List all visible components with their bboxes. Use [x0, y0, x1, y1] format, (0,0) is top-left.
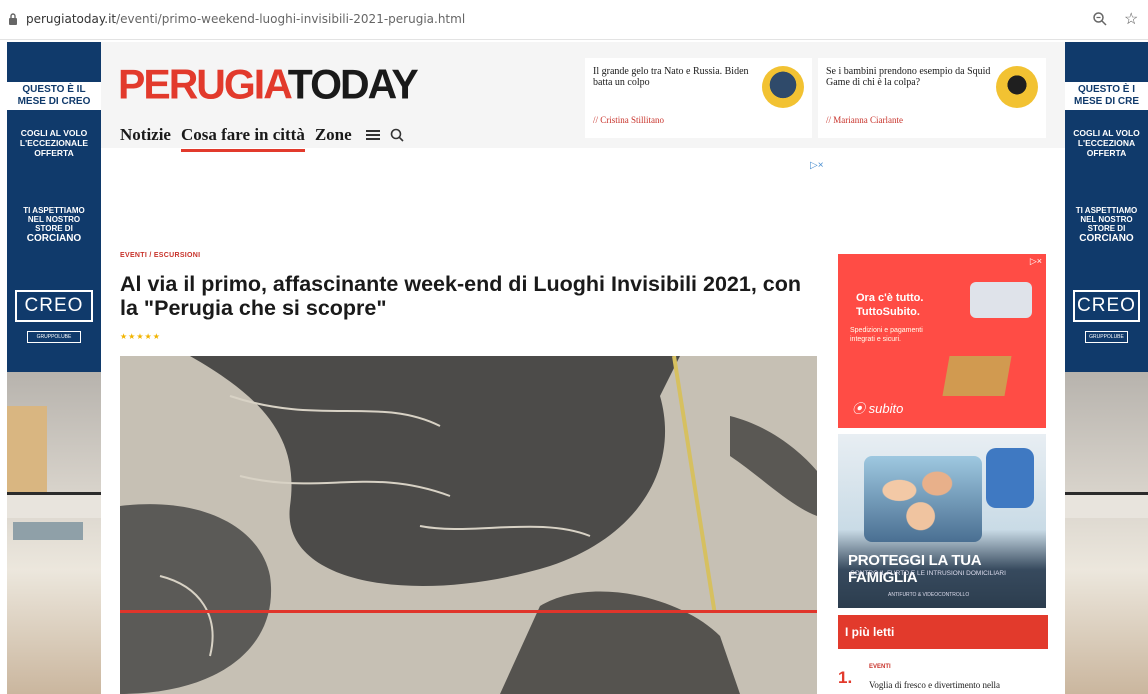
opinion-title: Il grande gelo tra Nato e Russia. Biden …	[593, 66, 749, 88]
opinion-card[interactable]: Il grande gelo tra Nato e Russia. Biden …	[585, 58, 812, 138]
main-nav: Notizie Cosa fare in città Zone	[120, 118, 404, 152]
mosaic-image	[120, 356, 817, 694]
creo-logo-right: CREO	[1073, 290, 1140, 322]
author-avatar	[762, 66, 804, 108]
skin-store-right: TI ASPETTIAMO NEL NOSTRO STORE DI CORCIANO	[1075, 206, 1138, 244]
article-hero-image	[120, 356, 817, 694]
most-read-category[interactable]: EVENTI	[869, 664, 891, 670]
skin-ad-right[interactable]: QUESTO È I MESE DI CRE COGLI AL VOLO L'ECC…	[1065, 42, 1148, 694]
browser-address-bar[interactable]: perugiatoday.it/eventi/primo-weekend-luo…	[0, 0, 1148, 40]
subito-logo: ⦿ subito	[852, 401, 904, 416]
creo-logo: CREO	[15, 290, 93, 322]
url-domain: perugiatoday.it	[26, 12, 117, 26]
security-ad[interactable]: PROTEGGI LA TUA FAMIGLIA CONTRO IL FURTO…	[838, 434, 1046, 608]
url-path: /eventi/primo-weekend-luoghi-invisibili-…	[116, 12, 466, 26]
skin-offer-right: COGLI AL VOLO L'ECCEZIONA OFFERTA	[1073, 128, 1140, 158]
subito-ad[interactable]: ▷× Ora c'è tutto. TuttoSubito. Spedizioni…	[838, 254, 1046, 428]
ad-subtext-2: ANTIFURTO & VIDEOCONTROLLO	[888, 592, 970, 598]
site-logo[interactable]: PERUGIATODAY	[118, 61, 419, 108]
skin-ad-left[interactable]: QUESTO È IL MESE DI CREO COGLI AL VOLO L'E…	[7, 42, 101, 694]
ad-headline: PROTEGGI LA TUA FAMIGLIA	[848, 552, 981, 586]
article-title: Al via il primo, affascinante week-end d…	[120, 272, 801, 320]
gruppolube-logo: GRUPPOLUBE	[27, 331, 81, 343]
skin-headline-right: QUESTO È I MESE DI CRE	[1065, 82, 1148, 110]
skin-headline: QUESTO È IL MESE DI CREO	[7, 82, 101, 110]
article-category[interactable]: EVENTI / ESCURSIONI	[120, 252, 200, 259]
rating-stars[interactable]: ★★★★★	[120, 332, 161, 341]
url-text[interactable]: perugiatoday.it/eventi/primo-weekend-luo…	[26, 12, 465, 26]
opinion-card[interactable]: Se i bambini prendono esempio da Squid G…	[818, 58, 1046, 138]
kitchen-image-right	[1065, 372, 1148, 694]
most-read-title[interactable]: Voglia di fresco e divertimento nella	[869, 680, 1000, 690]
ad-subtext: CONTRO IL FURTO E LE INTRUSIONI DOMICILI…	[850, 570, 1006, 577]
ad-subtext: Spedizioni e pagamenti integrati e sicuri…	[850, 327, 923, 343]
kitchen-image	[7, 372, 101, 694]
search-icon[interactable]	[390, 128, 404, 142]
opinion-author: // Marianna Ciarlante	[826, 115, 903, 125]
hamburger-menu-icon[interactable]	[365, 130, 380, 140]
skin-store: TI ASPETTIAMO NEL NOSTRO STORE DI CORCIANO	[23, 206, 85, 244]
gamepad-icon	[970, 282, 1032, 318]
most-read-rank: 1.	[838, 668, 853, 687]
author-avatar	[996, 66, 1038, 108]
most-read-header: I più letti	[838, 615, 1048, 649]
opinion-title: Se i bambini prendono esempio da Squid G…	[826, 66, 991, 88]
box-icon	[942, 356, 1012, 396]
adchoices-icon[interactable]: ▷×	[810, 160, 824, 171]
nav-cosa-fare[interactable]: Cosa fare in città	[180, 125, 305, 152]
opinion-author: // Cristina Stillitano	[593, 115, 665, 125]
ad-headline: Ora c'è tutto. TuttoSubito.	[856, 292, 924, 318]
skin-offer: COGLI AL VOLO L'ECCEZIONALE OFFERTA	[19, 128, 89, 158]
robot-image	[986, 448, 1034, 508]
family-image	[864, 456, 982, 542]
ad-close-icon[interactable]: ▷×	[1030, 256, 1042, 267]
nav-notizie[interactable]: Notizie	[120, 125, 171, 145]
gruppolube-logo-right: GRUPPOLUBE	[1085, 331, 1128, 343]
nav-zone[interactable]: Zone	[315, 125, 352, 145]
bookmark-star-icon[interactable]: ☆	[1124, 9, 1138, 29]
lock-icon	[9, 13, 17, 25]
zoom-icon[interactable]	[1092, 11, 1108, 27]
